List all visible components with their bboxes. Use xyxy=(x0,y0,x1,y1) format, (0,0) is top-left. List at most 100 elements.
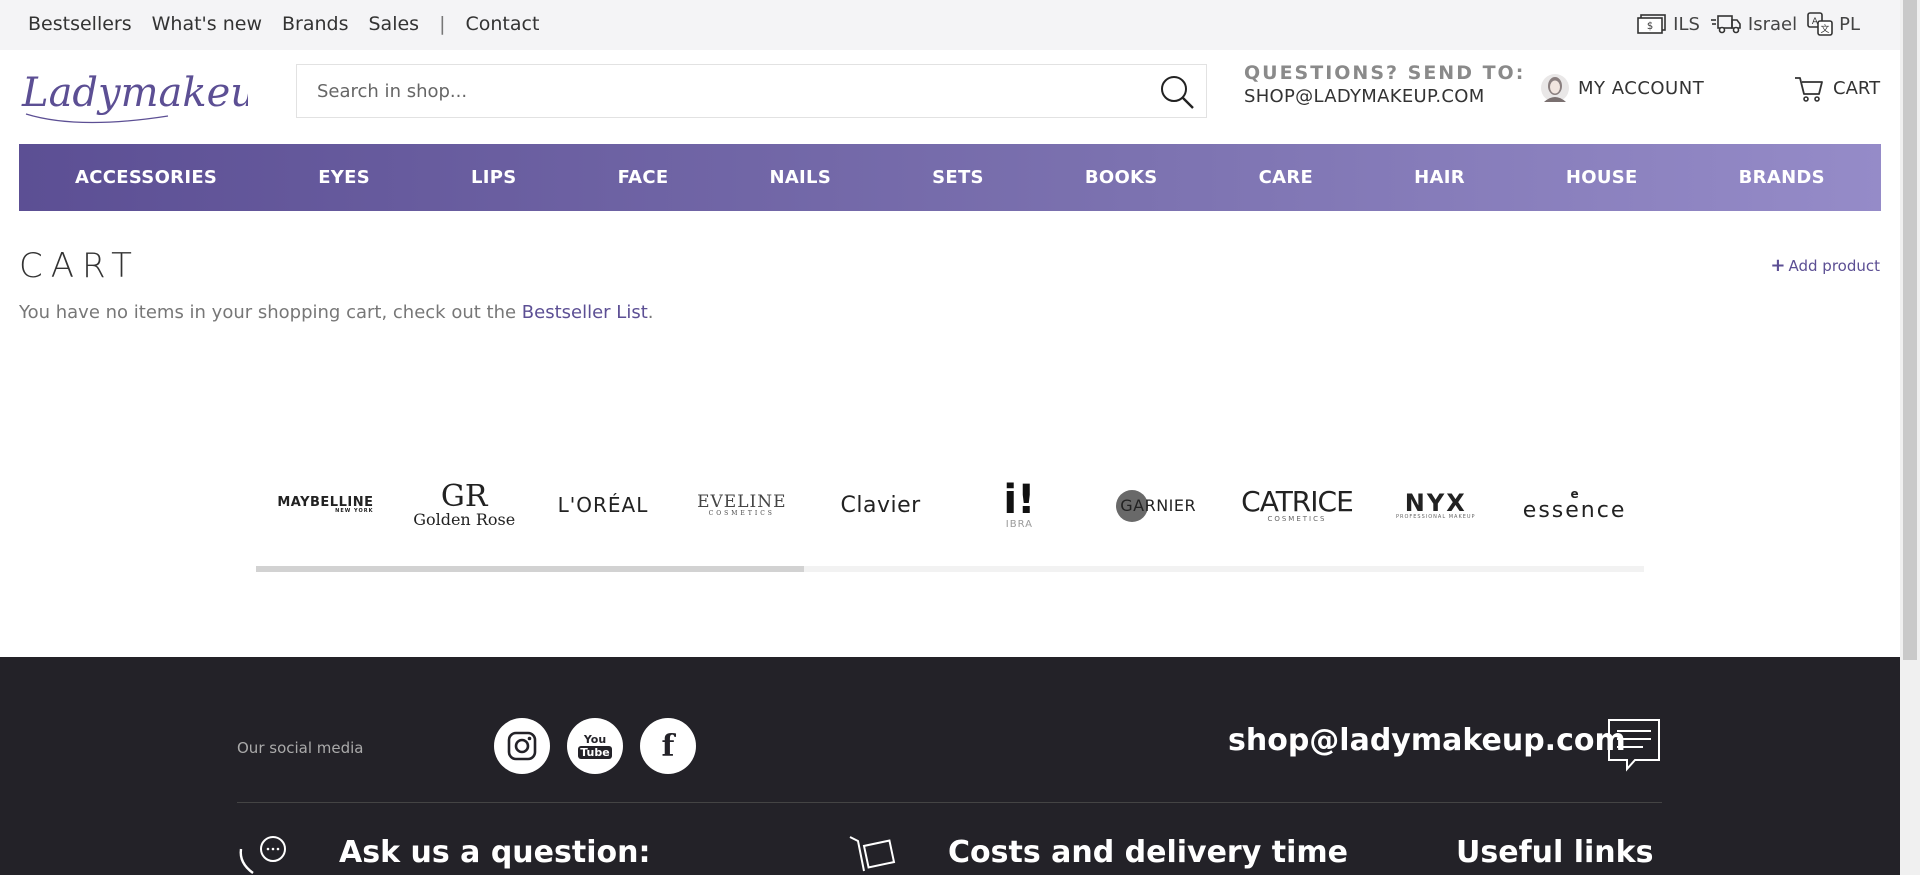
category-hair[interactable]: HAIR xyxy=(1414,167,1465,188)
search-input[interactable] xyxy=(315,65,1135,117)
category-sets[interactable]: SETS xyxy=(932,167,984,188)
brand-logo-golden-rose[interactable]: GR Golden Rose xyxy=(395,465,534,545)
country-selector[interactable]: Israel xyxy=(1710,13,1797,35)
top-links: Bestsellers What's new Brands Sales | Co… xyxy=(28,0,559,48)
brand-logo-loreal[interactable]: L'ORÉAL xyxy=(534,465,673,545)
cart-label: CART xyxy=(1833,77,1881,99)
svg-text:Ladymakeup: Ladymakeup xyxy=(21,70,248,116)
questions-label: QUESTIONS? SEND TO: xyxy=(1244,62,1526,84)
language-label: PL xyxy=(1839,13,1860,35)
top-link-sales[interactable]: Sales xyxy=(368,13,419,35)
avatar-icon xyxy=(1541,74,1569,102)
nyx-text: NYX xyxy=(1404,488,1467,517)
loreal-text: L'ORÉAL xyxy=(557,493,649,517)
cart-icon xyxy=(1795,77,1823,102)
category-books[interactable]: BOOKS xyxy=(1085,167,1158,188)
category-lips[interactable]: LIPS xyxy=(471,167,517,188)
add-product-link[interactable]: + Add product xyxy=(1770,255,1880,276)
translate-icon: A文 xyxy=(1807,12,1833,36)
footer-email[interactable]: shop@ladymakeup.com xyxy=(1228,723,1626,758)
social-label: Our social media xyxy=(237,739,364,757)
catrice-text: CATRICE xyxy=(1241,484,1354,518)
my-account-link[interactable]: MY ACCOUNT xyxy=(1540,72,1704,104)
brand-carousel: MAYBELLINE NEW YORK GR Golden Rose L'ORÉ… xyxy=(256,465,1644,545)
currency-label: ILS xyxy=(1673,13,1700,35)
delivery-truck-icon xyxy=(1710,15,1741,34)
brand-logo-clavier[interactable]: Clavier xyxy=(811,465,950,545)
category-nav: ACCESSORIES EYES LIPS FACE NAILS SETS BO… xyxy=(19,144,1881,211)
svg-text:$: $ xyxy=(1647,21,1653,32)
add-product-label: Add product xyxy=(1788,256,1880,275)
top-link-separator: | xyxy=(439,13,446,35)
youtube-tube: Tube xyxy=(578,745,612,759)
social-links: You Tube f xyxy=(494,718,713,774)
youtube-button[interactable]: You Tube xyxy=(567,718,623,774)
top-link-contact[interactable]: Contact xyxy=(465,13,539,35)
essence-text: essence xyxy=(1522,498,1627,523)
garnier-text: GARNIER xyxy=(1120,495,1197,515)
facebook-button[interactable]: f xyxy=(640,718,696,774)
category-accessories[interactable]: ACCESSORIES xyxy=(75,167,217,188)
top-link-brands[interactable]: Brands xyxy=(282,13,349,35)
brand-carousel-scrollbar[interactable] xyxy=(256,566,1644,572)
golden-rose-mark: GR xyxy=(440,479,488,514)
category-care[interactable]: CARE xyxy=(1259,167,1314,188)
footer-divider xyxy=(237,802,1662,803)
footer: Our social media You Tube f shop@ladymak… xyxy=(0,657,1900,875)
footer-col-delivery: Costs and delivery time xyxy=(948,835,1348,870)
brand-logo-maybelline[interactable]: MAYBELLINE NEW YORK xyxy=(256,465,395,545)
bestseller-list-link[interactable]: Bestseller List xyxy=(522,302,648,323)
brand-logo-essence[interactable]: e essence xyxy=(1505,465,1644,545)
brand-logo-nyx[interactable]: NYX PROFESSIONAL MAKEUP xyxy=(1366,465,1505,545)
youtube-icon: You Tube xyxy=(578,732,612,759)
phone-chat-icon xyxy=(239,836,286,874)
brand-logo-catrice[interactable]: CATRICE COSMETICS xyxy=(1228,465,1367,545)
brand-logo-eveline[interactable]: EVELINE COSMETICS xyxy=(672,465,811,545)
search-icon[interactable] xyxy=(1158,73,1196,111)
currency-icon: $ xyxy=(1637,14,1666,34)
page-scrollbar-thumb[interactable] xyxy=(1903,0,1917,660)
page-title: CART xyxy=(19,246,140,286)
empty-cart-suffix: . xyxy=(647,302,654,323)
page-scrollbar[interactable] xyxy=(1900,0,1920,875)
brand-logo-garnier[interactable]: GARNIER xyxy=(1089,465,1228,545)
empty-cart-message: You have no items in your shopping cart,… xyxy=(19,302,654,323)
category-brands[interactable]: BRANDS xyxy=(1739,167,1825,188)
country-label: Israel xyxy=(1747,13,1798,35)
footer-col-ask-question: Ask us a question: xyxy=(339,835,651,870)
svg-text:文: 文 xyxy=(1821,23,1830,35)
cart-link[interactable]: CART xyxy=(1793,72,1880,104)
plus-icon: + xyxy=(1770,255,1786,276)
eveline-sub: COSMETICS xyxy=(708,509,775,517)
my-account-label: MY ACCOUNT xyxy=(1578,77,1705,99)
category-face[interactable]: FACE xyxy=(618,167,669,188)
golden-rose-text: Golden Rose xyxy=(413,510,516,529)
ibra-mark: i! xyxy=(1003,477,1036,523)
search-box xyxy=(296,64,1207,118)
nyx-sub: PROFESSIONAL MAKEUP xyxy=(1395,513,1476,520)
questions-email[interactable]: SHOP@LADYMAKEUP.COM xyxy=(1244,86,1525,107)
brand-logo-ibra[interactable]: i! IBRA xyxy=(950,465,1089,545)
youtube-you: You xyxy=(583,732,607,746)
brand-carousel-scroll-thumb[interactable] xyxy=(256,566,805,572)
site-logo[interactable]: Ladymakeup xyxy=(18,60,282,128)
logo-graphic: Ladymakeup xyxy=(21,70,282,124)
category-eyes[interactable]: EYES xyxy=(318,167,370,188)
message-icon xyxy=(1608,719,1660,772)
top-bar: Bestsellers What's new Brands Sales | Co… xyxy=(0,0,1900,50)
top-link-whats-new[interactable]: What's new xyxy=(152,13,262,35)
empty-cart-text: You have no items in your shopping cart,… xyxy=(19,302,522,323)
eveline-text: EVELINE xyxy=(697,491,787,512)
currency-selector[interactable]: $ ILS xyxy=(1637,13,1700,35)
instagram-button[interactable] xyxy=(494,718,550,774)
ibra-text: IBRA xyxy=(1005,519,1033,530)
category-house[interactable]: HOUSE xyxy=(1566,167,1638,188)
footer-col-useful-links: Useful links xyxy=(1456,835,1654,870)
top-link-bestsellers[interactable]: Bestsellers xyxy=(28,13,132,35)
instagram-icon xyxy=(507,731,537,761)
language-selector[interactable]: A文 PL xyxy=(1807,12,1860,36)
contact-info: QUESTIONS? SEND TO: SHOP@LADYMAKEUP.COM xyxy=(1244,62,1525,107)
delivery-box-icon xyxy=(849,836,896,872)
clavier-text: Clavier xyxy=(840,492,921,518)
category-nails[interactable]: NAILS xyxy=(769,167,831,188)
